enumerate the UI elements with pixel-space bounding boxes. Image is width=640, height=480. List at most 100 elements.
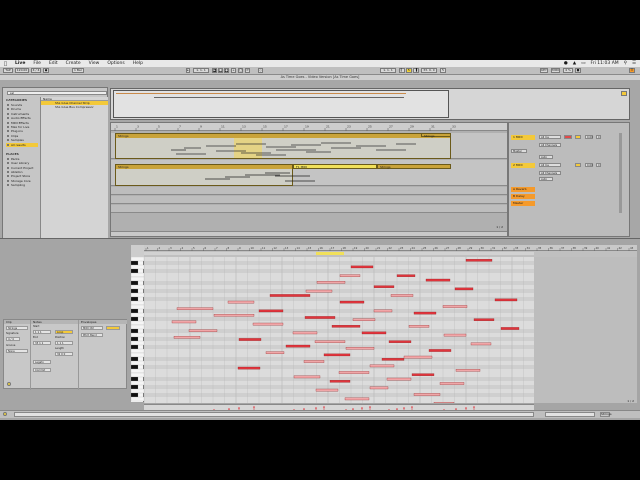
track-2-lane[interactable]: Strings F1 MIDI Strings — [111, 160, 507, 186]
clip-activator-button[interactable] — [7, 382, 11, 386]
follow-button[interactable]: ▸ — [186, 68, 190, 73]
track-2-activator[interactable] — [575, 163, 581, 167]
tempo-field[interactable]: 120.00 — [15, 68, 29, 73]
track-1-channel[interactable]: All Channels — [539, 143, 561, 147]
apple-icon[interactable]:  — [4, 61, 7, 67]
legato-button[interactable]: Legato — [33, 360, 51, 364]
stop-button[interactable]: ■ — [218, 68, 223, 73]
end-field[interactable]: 33 1 1 — [33, 341, 51, 345]
envelope-device-chooser[interactable]: MIDI Ctrl — [81, 326, 103, 330]
menu-options[interactable]: Options — [107, 61, 124, 66]
return-b-lane[interactable] — [111, 196, 507, 204]
menu-view[interactable]: View — [89, 61, 100, 66]
show-info-button[interactable] — [3, 412, 7, 416]
midi-map-button[interactable]: MIDI — [551, 68, 560, 73]
master-title[interactable]: Master — [511, 201, 535, 206]
reenable-automation-button[interactable]: ↺ — [245, 68, 250, 73]
loop-length-field[interactable]: 33. 0. 0 — [421, 68, 437, 73]
track-1-title[interactable]: 1 MIDI — [511, 135, 535, 140]
menu-app-name[interactable]: Live — [15, 61, 25, 66]
record-button[interactable]: ● — [224, 68, 229, 73]
track-2-title[interactable]: 2 MIDI — [511, 163, 535, 168]
place-sampling[interactable]: Sampling — [6, 183, 38, 187]
menu-create[interactable]: Create — [66, 61, 81, 66]
envelope-control-chooser[interactable]: Pitch Bend — [81, 333, 103, 337]
clip-strings[interactable]: Strings — [115, 133, 451, 159]
envelope-loop-toggle[interactable] — [106, 326, 120, 330]
return-a-lane[interactable] — [111, 187, 507, 195]
menu-help[interactable]: Help — [133, 61, 143, 66]
track-1-volume[interactable]: 0.00 — [585, 135, 593, 139]
automation-arm-button[interactable]: ◯ — [238, 68, 243, 73]
status-track-field[interactable] — [545, 412, 595, 417]
punch-out-button[interactable]: ▐ — [413, 68, 419, 73]
fold-button-area[interactable] — [131, 245, 144, 257]
length-field[interactable]: 32 0 0 — [55, 352, 73, 356]
loop-button[interactable]: ↻ — [406, 68, 412, 73]
play-button[interactable]: ▶ — [212, 68, 217, 73]
track-1-lane[interactable]: Strings Strings — [111, 133, 507, 159]
selection-marker[interactable] — [316, 252, 344, 255]
return-a-title[interactable]: A Reverb — [511, 187, 535, 192]
overdub-button[interactable]: + — [231, 68, 236, 73]
clip-strings[interactable]: Strings — [421, 133, 451, 138]
commit-button[interactable]: Commit — [33, 368, 51, 372]
result-item[interactable]: SSL Glue Bus Compressor — [41, 105, 108, 109]
search-icon[interactable]: ⚲ — [624, 61, 627, 66]
capture-button[interactable]: ◇ — [258, 68, 263, 73]
draw-mode-button[interactable]: ✎ — [440, 68, 446, 73]
wifi-icon[interactable]: ● — [564, 61, 568, 66]
signature-field[interactable]: 4 / 4 — [6, 337, 20, 341]
track-1-output[interactable]: Master — [511, 149, 527, 153]
signature-field[interactable]: 4 / 4 — [31, 68, 41, 73]
track-1-pan[interactable]: C — [596, 135, 601, 139]
loop-toggle[interactable]: Loop — [55, 330, 73, 334]
clip-panel-title[interactable]: Clip — [4, 320, 30, 324]
track-1-arm-button[interactable] — [564, 135, 572, 139]
metronome-button[interactable]: ● — [43, 68, 49, 73]
quantize-menu[interactable]: 1 Bar — [72, 68, 84, 73]
piano-roll-keys[interactable] — [130, 256, 145, 402]
arrangement-overview[interactable] — [110, 88, 630, 120]
groove-field[interactable]: None — [6, 349, 28, 353]
track-2-input[interactable]: All Ins — [539, 163, 561, 167]
start-field[interactable]: 1 1 1 — [33, 330, 51, 334]
volume-icon[interactable]: ▲ — [573, 61, 576, 66]
notifications-icon[interactable]: ☰ — [632, 61, 636, 66]
track-1-activator[interactable] — [575, 135, 581, 139]
midi-ruler-label: 38 — [573, 246, 577, 250]
arrangement-time-ruler[interactable] — [111, 231, 507, 236]
status-right-label[interactable]: Strings — [600, 412, 612, 417]
clock[interactable]: Fri 11:03 AM — [591, 61, 619, 66]
track-2-pan[interactable]: C — [596, 163, 601, 167]
track-1-input[interactable]: All Ins — [539, 135, 561, 139]
track-2-volume[interactable]: 0.00 — [585, 163, 593, 167]
position-field[interactable]: 1 1 1 — [55, 341, 73, 345]
track-2-channel[interactable]: All Channels — [539, 171, 561, 175]
menu-file[interactable]: File — [33, 61, 41, 66]
position-field[interactable]: 1. 1. 1 — [193, 68, 209, 73]
menu-edit[interactable]: Edit — [49, 61, 58, 66]
loop-start-field[interactable]: 1. 1. 1 — [380, 68, 396, 73]
track-1-monitor[interactable]: Auto — [539, 155, 553, 159]
tap-button[interactable]: TAP — [3, 68, 13, 73]
notes-panel-title[interactable]: Notes — [31, 320, 78, 324]
overview-window[interactable] — [113, 90, 449, 118]
midi-grid[interactable] — [143, 257, 536, 409]
arrangement-ruler[interactable]: 1 3 5 7 9 11 13 15 17 19 21 23 25 27 29 31 33 — [111, 123, 507, 131]
midi-note-editor[interactable]: 1 2 3 4 5 6 7 8 9 10 11 12 13 14 15 16 17 18 19 20 21 22 23 24 2… — [143, 245, 637, 409]
return-b-title[interactable]: B Delay — [511, 194, 535, 199]
master-lane[interactable] — [111, 205, 507, 213]
clip-name-field[interactable]: Strings — [6, 326, 28, 330]
punch-in-button[interactable]: ▎ — [399, 68, 405, 73]
browser-search-input[interactable]: ssl — [7, 91, 107, 95]
key-map-button[interactable]: KEY — [540, 68, 548, 73]
mixer-scrollbar[interactable] — [619, 133, 622, 213]
battery-icon[interactable]: ▭ — [581, 61, 585, 66]
envelopes-panel-title[interactable]: Envelopes — [79, 320, 127, 324]
midi-out-of-loop-region[interactable] — [534, 257, 637, 403]
category-all-results[interactable]: All results — [6, 142, 38, 147]
session-arrangement-toggle[interactable]: ☰ — [629, 68, 635, 73]
track-2-monitor[interactable]: Auto — [539, 177, 553, 181]
overview-zoom-button[interactable] — [621, 91, 627, 96]
